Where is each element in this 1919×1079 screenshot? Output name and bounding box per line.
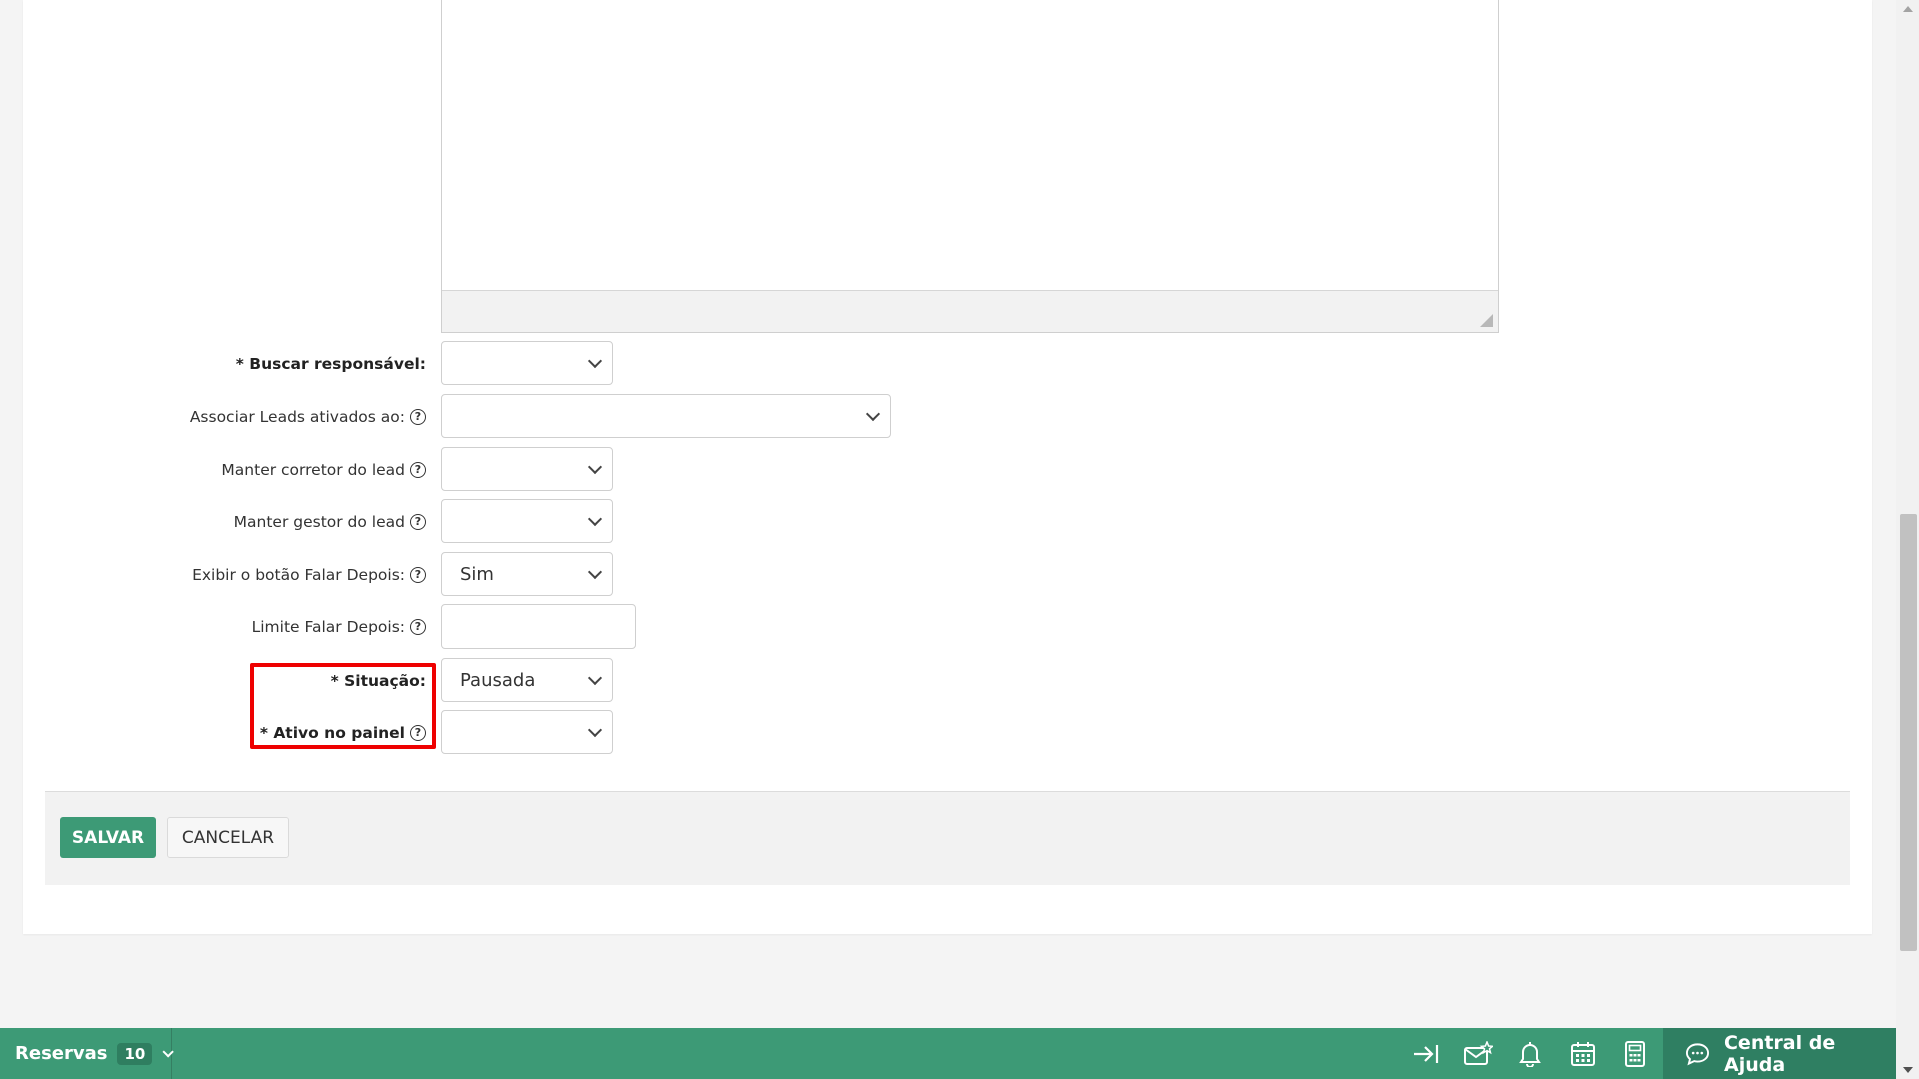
collapse-arrow-icon[interactable] bbox=[1400, 1028, 1452, 1079]
exibir-falar-depois-select[interactable]: Sim bbox=[441, 552, 613, 596]
ativo-no-painel-select[interactable] bbox=[441, 710, 613, 754]
field-label-text: Associar Leads ativados ao: bbox=[189, 408, 405, 426]
chevron-down-icon bbox=[587, 353, 603, 369]
field-row-buscar-responsavel: * Buscar responsável: bbox=[0, 341, 1919, 387]
buscar-responsavel-select[interactable] bbox=[441, 341, 613, 385]
question-circle-icon[interactable]: ? bbox=[410, 462, 426, 478]
question-circle-icon[interactable]: ? bbox=[410, 514, 426, 530]
chevron-down-icon bbox=[587, 459, 603, 475]
select-value: Pausada bbox=[460, 669, 536, 691]
field-row-associar-leads: Associar Leads ativados ao:? bbox=[0, 394, 1919, 440]
field-label-text: Manter gestor do lead bbox=[233, 513, 405, 531]
field-label: Manter corretor do lead? bbox=[221, 461, 426, 479]
question-circle-icon[interactable]: ? bbox=[410, 567, 426, 583]
scrollbar-thumb[interactable] bbox=[1900, 514, 1917, 951]
cancel-button[interactable]: CANCELAR bbox=[167, 817, 289, 858]
field-label-text: Limite Falar Depois: bbox=[251, 618, 405, 636]
field-label-text: Exibir o botão Falar Depois: bbox=[192, 566, 405, 584]
question-circle-icon[interactable]: ? bbox=[410, 619, 426, 635]
scroll-up-icon[interactable] bbox=[1903, 6, 1913, 12]
editor-status-bar bbox=[442, 290, 1498, 332]
field-label: Exibir o botão Falar Depois:? bbox=[192, 566, 426, 584]
chevron-down-icon bbox=[162, 1045, 175, 1058]
help-center-label: Central de Ajuda bbox=[1723, 1031, 1836, 1076]
question-circle-icon[interactable]: ? bbox=[410, 409, 426, 425]
bottom-toolbar: Reservas 10 Central de Ajuda bbox=[0, 1028, 1896, 1079]
reserves-count-badge: 10 bbox=[117, 1042, 153, 1065]
limite-falar-depois-input[interactable] bbox=[441, 604, 636, 649]
reserves-toggle[interactable]: Reservas 10 bbox=[0, 1028, 175, 1079]
calendar-icon[interactable] bbox=[1557, 1028, 1609, 1079]
chevron-down-icon bbox=[865, 406, 881, 422]
field-label: Associar Leads ativados ao:? bbox=[190, 408, 426, 426]
field-label: * Buscar responsável: bbox=[236, 355, 426, 373]
field-label-text: * Buscar responsável: bbox=[235, 355, 426, 373]
rich-text-editor[interactable] bbox=[441, 0, 1499, 333]
reserves-label: Reservas bbox=[15, 1043, 108, 1064]
help-center-button[interactable]: Central de Ajuda bbox=[1663, 1028, 1896, 1079]
manter-gestor-select[interactable] bbox=[441, 499, 613, 543]
field-row-manter-corretor: Manter corretor do lead? bbox=[0, 447, 1919, 493]
save-button[interactable]: SALVAR bbox=[60, 817, 156, 858]
chat-help-icon bbox=[1685, 1042, 1710, 1065]
situacao-select[interactable]: Pausada bbox=[441, 658, 613, 702]
highlight-box bbox=[250, 663, 436, 749]
scroll-down-icon[interactable] bbox=[1903, 1067, 1913, 1073]
field-row-exibir-falar-depois: Exibir o botão Falar Depois:? Sim bbox=[0, 552, 1919, 598]
manter-corretor-select[interactable] bbox=[441, 447, 613, 491]
field-row-limite-falar-depois: Limite Falar Depois:? bbox=[0, 604, 1919, 650]
calculator-icon[interactable] bbox=[1609, 1028, 1661, 1079]
field-row-manter-gestor: Manter gestor do lead? bbox=[0, 499, 1919, 545]
bell-icon[interactable] bbox=[1504, 1028, 1556, 1079]
field-label-text: Manter corretor do lead bbox=[221, 461, 405, 479]
associar-leads-select[interactable] bbox=[441, 394, 891, 438]
field-label: Manter gestor do lead? bbox=[234, 513, 426, 531]
resize-grip-icon[interactable] bbox=[1480, 314, 1493, 327]
field-label: Limite Falar Depois:? bbox=[252, 618, 426, 636]
chevron-down-icon bbox=[587, 670, 603, 686]
chevron-down-icon bbox=[587, 722, 603, 738]
select-value: Sim bbox=[460, 563, 494, 585]
chevron-down-icon bbox=[587, 511, 603, 527]
chevron-down-icon bbox=[587, 564, 603, 580]
vertical-scrollbar[interactable] bbox=[1896, 0, 1919, 1079]
form-actions: SALVAR CANCELAR bbox=[45, 791, 1850, 885]
mail-star-icon[interactable] bbox=[1452, 1028, 1504, 1079]
